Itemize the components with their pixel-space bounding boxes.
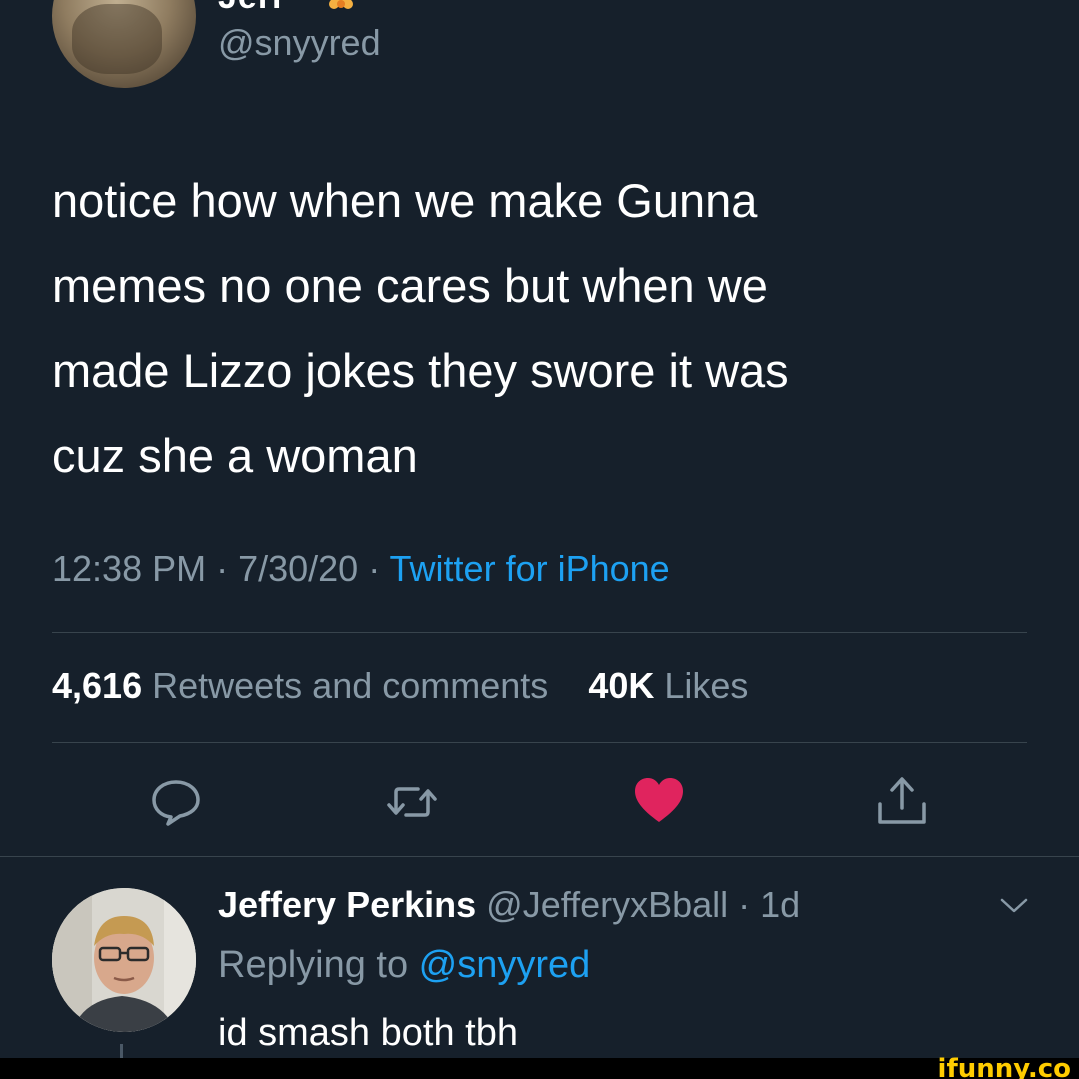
tweet-text: notice how when we make Gunna memes no o… (52, 174, 789, 482)
retweets-label[interactable]: Retweets and comments (152, 665, 548, 706)
replying-to-mention[interactable]: @snyyred (419, 944, 591, 986)
likes-label[interactable]: Likes (664, 665, 748, 706)
divider (52, 632, 1027, 633)
replying-to: Replying to @snyyred (218, 944, 590, 987)
chevron-down-icon[interactable] (996, 892, 1032, 918)
likes-count[interactable]: 40K (588, 665, 654, 706)
watermark-bar (0, 1058, 1079, 1079)
watermark-logo: ifunny.co (937, 1054, 1071, 1079)
author-name[interactable]: Jerr (218, 0, 286, 17)
reply-icon (152, 780, 200, 826)
heart-icon (635, 778, 683, 822)
avatar-photo (52, 888, 196, 1032)
tweet-meta: 12:38 PM · 7/30/20 · Twitter for iPhone (52, 548, 670, 590)
reply-author-avatar[interactable] (52, 888, 196, 1032)
divider (52, 742, 1027, 743)
retweet-button[interactable] (382, 772, 442, 832)
share-icon (878, 777, 926, 824)
retweets-count[interactable]: 4,616 (52, 665, 142, 706)
author-handle[interactable]: @snyyred (218, 22, 381, 64)
reply-author-name[interactable]: Jeffery Perkins (218, 884, 476, 925)
flower-emoji-icon (329, 0, 353, 9)
reply-header: Jeffery Perkins @JefferyxBball · 1d (218, 884, 800, 926)
reply-author-handle-time[interactable]: @JefferyxBball · 1d (476, 884, 800, 925)
share-button[interactable] (872, 772, 932, 832)
author-avatar[interactable] (52, 0, 196, 88)
replying-to-label: Replying to (218, 944, 419, 986)
tweet-detail-view: Jerr @snyyred notice how when we make Gu… (0, 0, 1079, 1079)
like-button[interactable] (629, 770, 689, 830)
reply-button[interactable] (146, 772, 206, 832)
retweet-icon (387, 787, 437, 817)
tweet-stats: 4,616 Retweets and comments 40K Likes (52, 665, 748, 707)
reply-text: id smash both tbh (218, 1012, 518, 1054)
tweet-timestamp: 12:38 PM · 7/30/20 · (52, 548, 390, 589)
divider (0, 856, 1079, 857)
tweet-source-link[interactable]: Twitter for iPhone (390, 548, 670, 589)
